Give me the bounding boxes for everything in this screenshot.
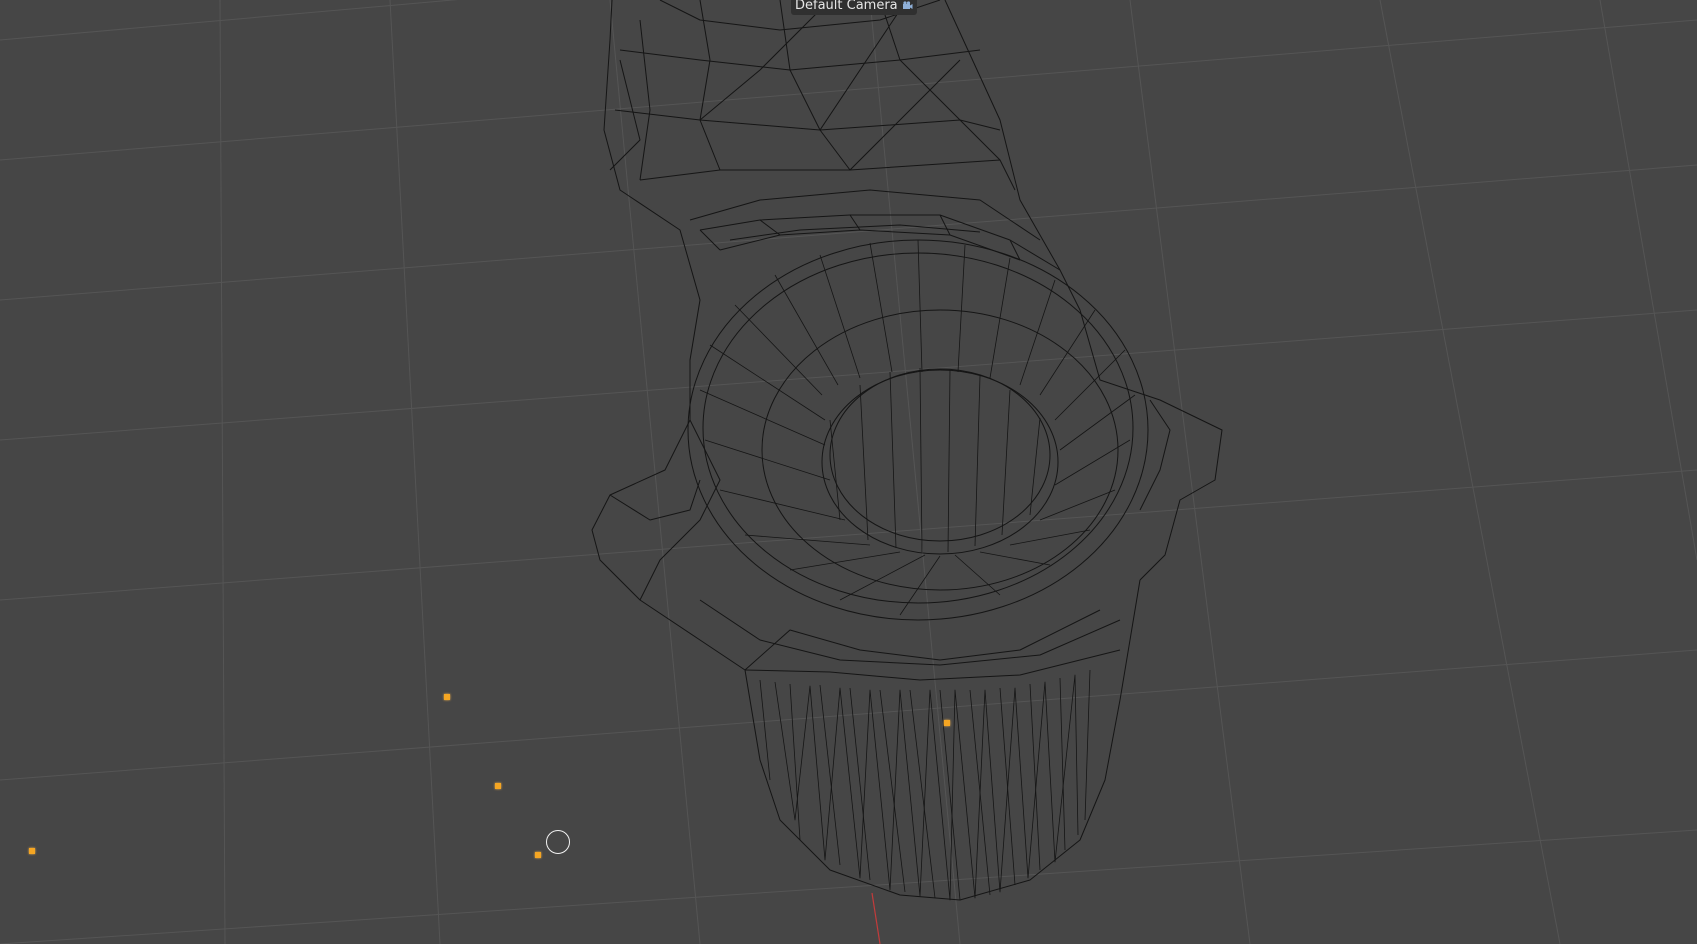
light-marker[interactable] [495, 783, 501, 789]
3d-cursor-icon[interactable] [546, 830, 570, 854]
light-marker[interactable] [29, 848, 35, 854]
viewport-scene[interactable] [0, 0, 1697, 944]
x-axis-line [871, 892, 881, 944]
light-marker[interactable] [944, 720, 950, 726]
light-marker[interactable] [444, 694, 450, 700]
camera-icon [902, 1, 913, 9]
3d-viewport[interactable]: Default Camera [0, 0, 1697, 944]
wireframe-mesh[interactable] [591, 0, 1223, 901]
camera-label[interactable]: Default Camera [791, 0, 917, 15]
light-marker[interactable] [535, 852, 541, 858]
camera-label-text: Default Camera [795, 0, 898, 13]
floor-grid [0, 0, 1697, 944]
